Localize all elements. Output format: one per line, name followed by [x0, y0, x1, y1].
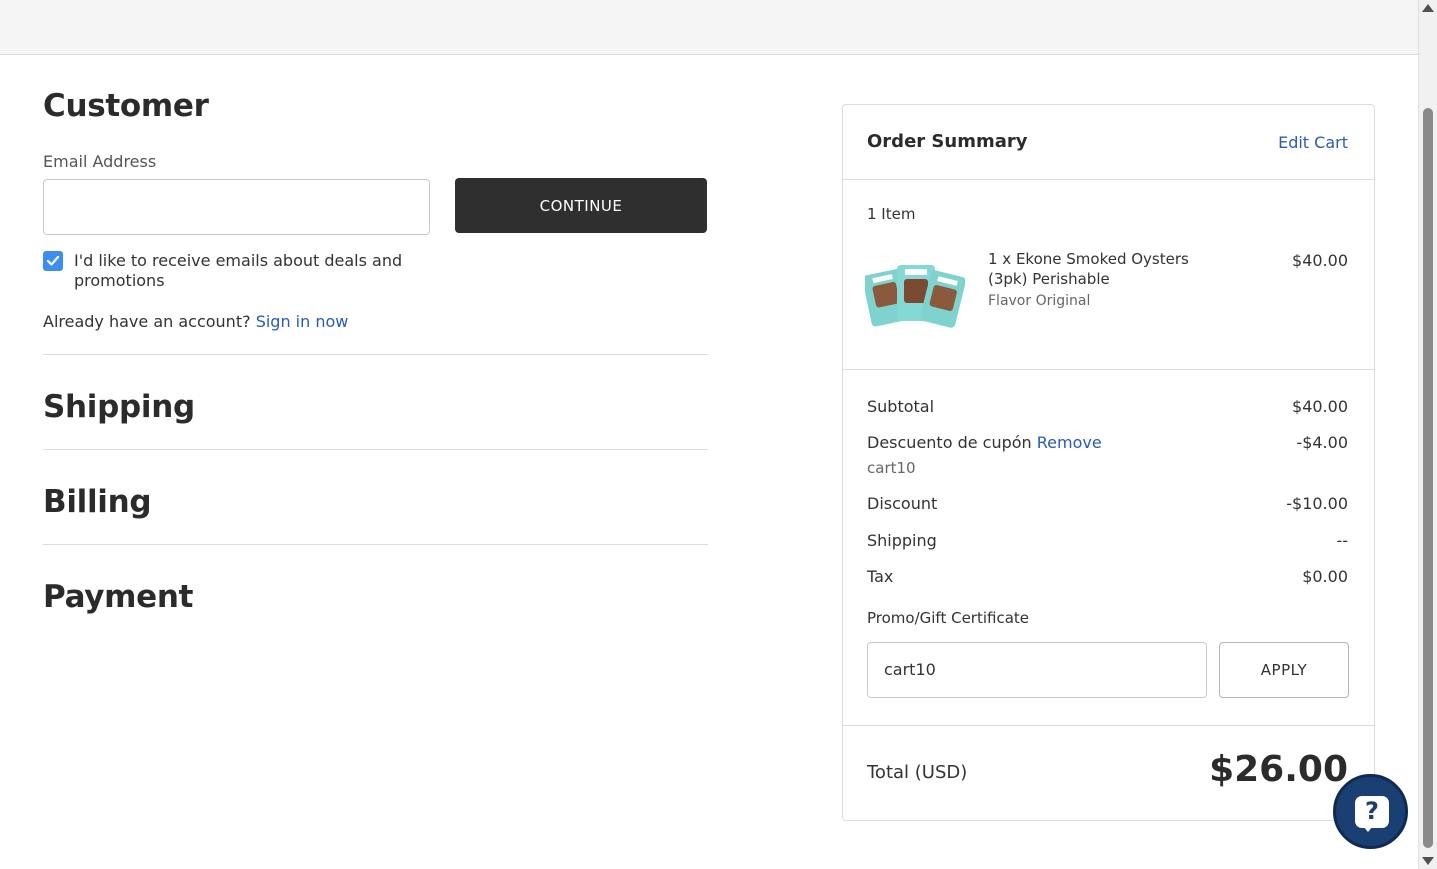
- tax-value: $0.00: [1302, 567, 1348, 586]
- discount-value: -$10.00: [1286, 494, 1348, 513]
- scroll-down-arrow-icon[interactable]: [1422, 857, 1434, 865]
- product-thumbnail: [865, 265, 965, 328]
- help-question-icon: ?: [1355, 796, 1389, 828]
- total-label: Total (USD): [867, 762, 968, 783]
- signin-link[interactable]: Sign in now: [256, 312, 349, 331]
- total-value: $26.00: [1209, 749, 1348, 790]
- tax-label: Tax: [867, 567, 894, 586]
- shipping-heading: Shipping: [43, 389, 195, 425]
- coupon-code: cart10: [867, 459, 916, 477]
- continue-button[interactable]: CONTINUE: [455, 178, 707, 233]
- summary-divider: [843, 725, 1374, 726]
- scroll-thumb[interactable]: [1423, 108, 1433, 848]
- email-field[interactable]: [43, 179, 430, 235]
- signin-prompt: Already have an account? Sign in now: [43, 312, 348, 331]
- section-divider: [43, 354, 708, 355]
- shipping-cost-label: Shipping: [867, 531, 937, 550]
- coupon-label: Descuento de cupón: [867, 433, 1032, 452]
- product-option: Flavor Original: [988, 293, 1091, 309]
- help-glyph: ?: [1365, 797, 1379, 825]
- billing-heading: Billing: [43, 484, 152, 520]
- promo-code-input[interactable]: cart10: [867, 642, 1207, 698]
- help-chat-button[interactable]: ?: [1333, 774, 1408, 849]
- payment-heading: Payment: [43, 579, 194, 615]
- subtotal-label: Subtotal: [867, 397, 935, 416]
- page-scrollbar[interactable]: [1418, 0, 1437, 869]
- shipping-cost-value: --: [1336, 531, 1348, 550]
- page-header-bar: [0, 0, 1418, 55]
- coupon-row: Descuento de cupón Remove: [867, 433, 1102, 452]
- section-divider: [43, 544, 708, 545]
- summary-divider: [843, 369, 1374, 370]
- product-name: 1 x Ekone Smoked Oysters (3pk) Perishabl…: [988, 250, 1189, 288]
- subtotal-value: $40.00: [1292, 397, 1348, 416]
- section-divider: [43, 449, 708, 450]
- customer-heading: Customer: [43, 88, 209, 124]
- email-label: Email Address: [43, 152, 157, 171]
- scroll-up-arrow-icon[interactable]: [1422, 4, 1434, 12]
- discount-label: Discount: [867, 494, 938, 513]
- coupon-remove-link[interactable]: Remove: [1037, 433, 1102, 452]
- item-count: 1 Item: [867, 205, 916, 223]
- order-summary-title: Order Summary: [867, 131, 1028, 152]
- checkmark-icon: [46, 255, 60, 266]
- account-prompt-text: Already have an account?: [43, 312, 251, 331]
- newsletter-label: I'd like to receive emails about deals a…: [74, 251, 403, 290]
- order-summary-panel: Order Summary Edit Cart 1 Item 1 x Ekone…: [842, 104, 1375, 821]
- edit-cart-link[interactable]: Edit Cart: [1278, 133, 1348, 152]
- product-price: $40.00: [1292, 251, 1348, 270]
- order-summary-header: Order Summary Edit Cart: [843, 105, 1374, 180]
- coupon-value: -$4.00: [1296, 433, 1348, 452]
- newsletter-checkbox[interactable]: [43, 251, 63, 271]
- promo-label: Promo/Gift Certificate: [867, 609, 1030, 627]
- apply-promo-button[interactable]: APPLY: [1219, 642, 1349, 698]
- chat-bubble-tail: [1363, 826, 1373, 832]
